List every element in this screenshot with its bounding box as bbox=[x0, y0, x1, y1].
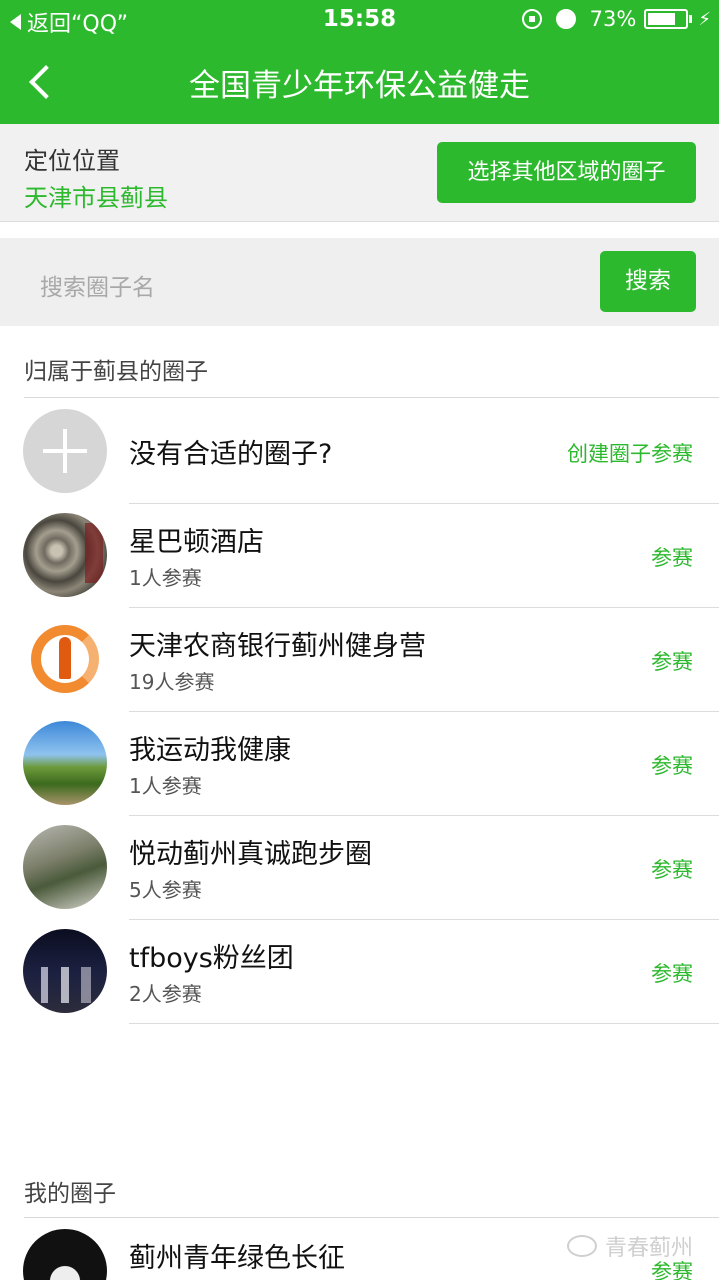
status-bar: 返回“QQ” 15:58 73% ⚡ bbox=[0, 0, 719, 40]
battery-icon bbox=[644, 9, 689, 29]
status-right: 73% ⚡ bbox=[521, 7, 711, 31]
location-value: 天津市县蓟县 bbox=[24, 184, 168, 212]
alarm-icon bbox=[555, 9, 576, 29]
join-button[interactable]: 参赛 bbox=[651, 854, 693, 884]
search-button[interactable]: 搜索 bbox=[600, 251, 696, 312]
circle-name: 蓟州青年绿色长征 bbox=[129, 1243, 345, 1274]
circle-name: 星巴顿酒店 bbox=[129, 527, 264, 558]
battery-percent: 73% bbox=[589, 7, 637, 31]
participant-count: 1人参赛 bbox=[129, 566, 202, 590]
avatar bbox=[23, 825, 107, 909]
navbar: 全国青少年环保公益健走 bbox=[0, 40, 719, 124]
section-divider bbox=[24, 1217, 719, 1218]
list-item[interactable]: 我运动我健康 1人参赛 参赛 bbox=[0, 712, 719, 816]
watermark-text: 青春蓟州 bbox=[604, 1236, 693, 1261]
join-button[interactable]: 参赛 bbox=[651, 750, 693, 780]
top-bar: 返回“QQ” 15:58 73% ⚡ 全国青少年环保公益健走 bbox=[0, 0, 719, 124]
location-label: 定位位置 bbox=[24, 147, 120, 175]
search-bar: 搜索圈子名 搜索 bbox=[0, 238, 719, 326]
plus-icon bbox=[23, 409, 107, 493]
join-button[interactable]: 参赛 bbox=[651, 958, 693, 988]
create-circle-button[interactable]: 创建圈子参赛 bbox=[567, 438, 693, 468]
list-item[interactable]: 悦动蓟州真诚跑步圈 5人参赛 参赛 bbox=[0, 816, 719, 920]
search-input[interactable]: 搜索圈子名 bbox=[40, 268, 155, 302]
avatar bbox=[23, 617, 107, 701]
create-circle-label: 没有合适的圈子? bbox=[129, 439, 333, 470]
avatar bbox=[23, 1229, 107, 1280]
join-button[interactable]: 参赛 bbox=[651, 646, 693, 676]
choose-region-button[interactable]: 选择其他区域的圈子 bbox=[437, 142, 696, 203]
participant-count: 19人参赛 bbox=[129, 670, 215, 694]
participant-count: 1人参赛 bbox=[129, 774, 202, 798]
page-title: 全国青少年环保公益健走 bbox=[189, 68, 530, 104]
circle-name: tfboys粉丝团 bbox=[129, 943, 294, 974]
runner-icon bbox=[59, 637, 71, 679]
avatar bbox=[23, 513, 107, 597]
circle-name: 悦动蓟州真诚跑步圈 bbox=[129, 839, 372, 870]
avatar bbox=[23, 929, 107, 1013]
create-circle-row[interactable]: 没有合适的圈子? 创建圈子参赛 bbox=[0, 400, 719, 504]
rotation-lock-icon bbox=[521, 9, 542, 29]
list-item[interactable]: 星巴顿酒店 1人参赛 参赛 bbox=[0, 504, 719, 608]
participant-count: 5人参赛 bbox=[129, 878, 202, 902]
row-divider bbox=[129, 1023, 719, 1024]
participant-count: 2人参赛 bbox=[129, 982, 202, 1006]
watermark: 青春蓟州 bbox=[566, 1230, 693, 1262]
list-item[interactable]: 天津农商银行蓟州健身营 19人参赛 参赛 bbox=[0, 608, 719, 712]
battery-fill bbox=[648, 13, 675, 25]
list-item[interactable]: tfboys粉丝团 2人参赛 参赛 bbox=[0, 920, 719, 1024]
circle-name: 天津农商银行蓟州健身营 bbox=[129, 631, 426, 662]
circle-name: 我运动我健康 bbox=[129, 735, 291, 766]
avatar bbox=[23, 721, 107, 805]
join-button[interactable]: 参赛 bbox=[651, 542, 693, 572]
battery-tip bbox=[689, 15, 693, 23]
location-panel: 定位位置 天津市县蓟县 选择其他区域的圈子 bbox=[0, 124, 719, 222]
section-title-mine: 我的圈子 bbox=[24, 1181, 116, 1207]
wechat-icon bbox=[566, 1235, 597, 1257]
section-title-local: 归属于蓟县的圈子 bbox=[24, 359, 208, 385]
section-divider bbox=[24, 397, 719, 398]
charging-bolt-icon: ⚡ bbox=[698, 8, 711, 30]
